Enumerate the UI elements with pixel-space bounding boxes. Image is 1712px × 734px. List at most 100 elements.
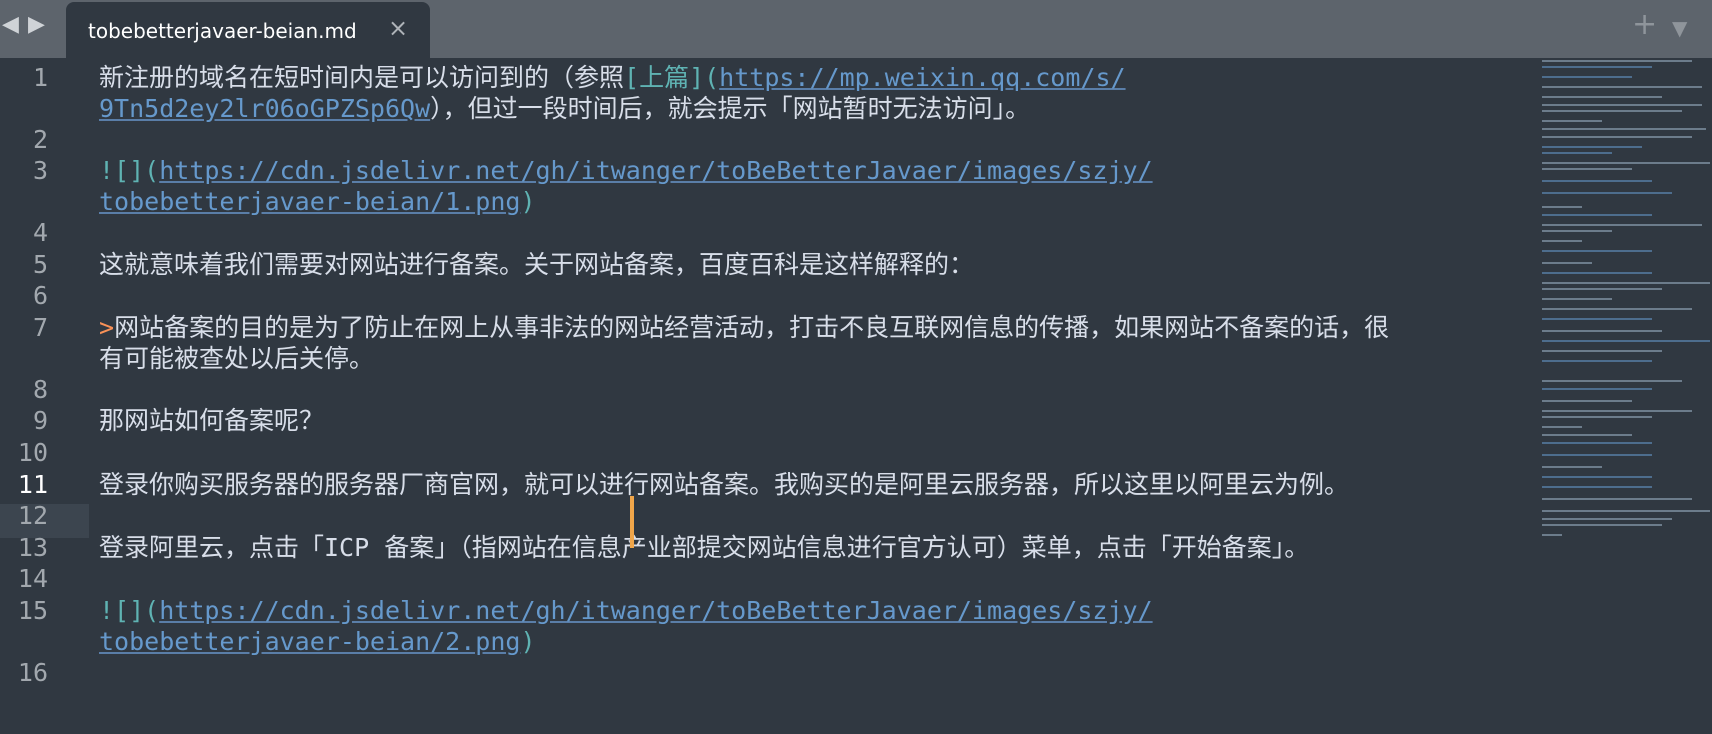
minimap-line [1542,104,1702,106]
text-span: 新注册的域名在短时间内是可以访问到的（参照 [99,63,625,92]
minimap-line [1542,66,1652,68]
minimap-line [1542,388,1652,390]
image-markup: ![]( [99,156,160,185]
text-line: ![](https://cdn.jsdelivr.net/gh/itwanger… [99,156,1153,186]
minimap-line [1542,330,1662,332]
minimap-line [1542,380,1682,382]
minimap-line [1542,96,1662,98]
text-span: ），但过一段时间后，就会提示「网站暂时无法访问」。 [430,94,1031,123]
minimap-line [1542,510,1710,512]
close-icon[interactable]: × [388,16,408,40]
minimap-line [1542,486,1652,488]
minimap-line [1542,282,1710,284]
minimap-line [1542,136,1692,138]
minimap-line [1542,410,1692,412]
minimap-line [1542,168,1632,170]
minimap-line [1542,340,1710,342]
text-line: 9Tn5d2ey2lr06oGPZSp6Qw），但过一段时间后，就会提示「网站暂… [99,94,1030,124]
minimap-line [1542,442,1652,444]
tab-bar: ◀ ▶ tobebetterjavaer-beian.md × + ▼ [0,0,1712,58]
minimap-line [1542,262,1592,264]
text-line: 有可能被查处以后关停。 [99,344,375,373]
text-line: tobebetterjavaer-beian/2.png) [99,627,536,657]
url-link[interactable]: https://cdn.jsdelivr.net/gh/itwanger/toB… [159,156,1152,185]
minimap-line [1542,518,1672,520]
text-line: ![](https://cdn.jsdelivr.net/gh/itwanger… [99,596,1153,626]
line-number: 16 [17,658,48,687]
line-number: 8 [32,375,48,404]
url-link[interactable]: tobebetterjavaer-beian/2.png [99,627,520,656]
minimap-line [1542,214,1652,216]
minimap-line [1542,466,1602,468]
minimap-line [1542,298,1612,300]
url-link[interactable]: https://cdn.jsdelivr.net/gh/itwanger/toB… [159,596,1152,625]
tab-title: tobebetterjavaer-beian.md [88,19,357,43]
minimap-line [1542,76,1632,78]
file-tab[interactable]: tobebetterjavaer-beian.md × [66,2,430,58]
minimap-line [1542,308,1692,310]
text-caret [630,496,634,548]
tab-menu-icon[interactable]: ▼ [1672,18,1687,38]
text-line: 那网站如何备案呢？ [99,406,325,435]
minimap-line [1542,534,1562,536]
minimap-line [1542,240,1582,242]
minimap-line [1542,86,1702,88]
minimap-line [1542,250,1652,252]
minimap[interactable] [1538,58,1712,734]
text-line: 登录阿里云，点击「ICP 备案」（指网站在信息产业部提交网站信息进行官方认可）菜… [99,533,1310,562]
minimap-line [1542,416,1652,418]
line-number: 6 [32,281,48,310]
minimap-line [1542,288,1662,290]
link-bracket: [上篇]( [624,63,720,92]
blockquote-marker: > [99,313,115,342]
minimap-line [1542,426,1582,428]
url-link[interactable]: tobebetterjavaer-beian/1.png [99,187,520,216]
minimap-line [1542,230,1612,232]
minimap-line [1542,454,1652,456]
minimap-line [1542,524,1662,526]
minimap-line [1542,498,1692,500]
new-tab-icon[interactable]: + [1632,10,1657,40]
url-link[interactable]: https://mp.weixin.qq.com/s/ [719,63,1125,92]
minimap-line [1542,318,1652,320]
minimap-line [1542,192,1672,194]
text-line: 新注册的域名在短时间内是可以访问到的（参照[上篇](https://mp.wei… [99,63,1126,93]
line-number: 4 [32,218,48,247]
minimap-line [1542,350,1662,352]
image-markup: ) [520,187,536,216]
line-number: 1 [32,63,48,92]
image-markup: ) [520,627,536,656]
line-number-gutter: 1 2 3 4 5 6 7 8 9 10 11 12 13 14 15 16 [0,58,88,734]
line-number: 2 [32,125,48,154]
minimap-line [1542,360,1652,362]
line-number: 7 [32,313,48,342]
minimap-line [1542,128,1706,130]
minimap-line [1542,206,1582,208]
minimap-line [1542,434,1632,436]
markdown-editor[interactable]: 新注册的域名在短时间内是可以访问到的（参照[上篇](https://mp.wei… [99,58,1539,734]
minimap-line [1542,180,1652,182]
back-arrow-icon[interactable]: ◀ [2,14,19,36]
minimap-line [1542,60,1692,62]
line-number: 14 [17,564,48,593]
url-link[interactable]: 9Tn5d2ey2lr06oGPZSp6Qw [99,94,430,123]
line-number: 12 [17,501,48,530]
image-markup: ![]( [99,596,160,625]
text-span: 网站备案的目的是为了防止在网上从事非法的网站经营活动，打击不良互联网信息的传播，… [114,313,1390,342]
minimap-line [1542,120,1602,122]
line-number: 3 [32,156,48,185]
minimap-line [1542,224,1702,226]
minimap-line [1542,476,1652,478]
minimap-line [1542,146,1642,148]
line-number-active: 11 [17,470,48,499]
forward-arrow-icon[interactable]: ▶ [28,14,45,36]
line-number: 5 [32,250,48,279]
text-line-active: 登录你购买服务器的服务器厂商官网，就可以进行网站备案。我购买的是阿里云服务器，所… [99,470,1350,499]
line-number: 15 [17,596,48,625]
minimap-line [1542,400,1632,402]
minimap-line [1542,162,1710,164]
text-line: tobebetterjavaer-beian/1.png) [99,187,536,217]
line-number: 10 [17,438,48,467]
line-number: 9 [32,406,48,435]
line-number: 13 [17,533,48,562]
